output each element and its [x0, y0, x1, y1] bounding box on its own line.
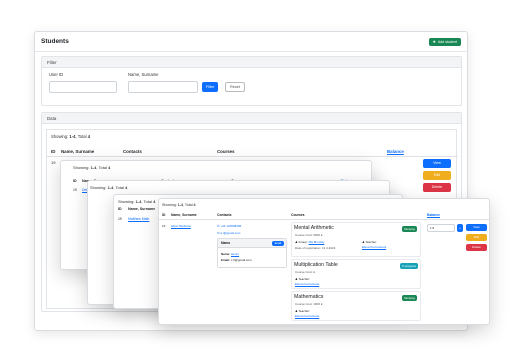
showing-text: Showing: 1-4, Total 4 — [51, 134, 91, 139]
user-id-label: User ID — [49, 72, 64, 77]
reset-button[interactable]: Reset — [225, 82, 245, 92]
registration-date: Date of registration: 13.4.2024 — [295, 246, 336, 250]
row-name-link[interactable]: Alina Tsipikova — [171, 224, 191, 228]
course-status-badge: Studying — [402, 226, 417, 232]
teacher-link[interactable]: Elena Kuznetsova — [295, 282, 319, 286]
col-name: Name, Surname — [128, 207, 156, 211]
data-header: Data — [42, 113, 461, 124]
front-table: Showing: 1-4, Total 4 ID Name, Surname C… — [158, 198, 490, 325]
col-name: Name, Surname — [61, 149, 95, 154]
showing-text: Showing: 1-4, Total 4 — [90, 185, 128, 190]
email-row[interactable]: ✉ a.t@gmail.com — [217, 231, 240, 235]
parent-contact-box: Mama Email Name: Henry Email: c.h@gmail.… — [217, 238, 287, 268]
name-input[interactable] — [128, 81, 198, 93]
user-id-input[interactable] — [49, 81, 117, 93]
add-student-label: Add student — [437, 39, 457, 44]
edit-button[interactable]: Edit — [466, 234, 487, 241]
col-courses: Courses — [291, 213, 305, 217]
page-header: Students ✚ Add student — [35, 32, 467, 52]
row-id: 19 — [162, 224, 166, 228]
course-status-badge: In progress — [400, 263, 418, 269]
col-courses: Courses — [217, 149, 235, 154]
col-name: Name, Surname — [171, 213, 197, 217]
course-group: ♟ Group: MA Monday — [295, 240, 325, 244]
col-contacts: Contacts — [217, 213, 232, 217]
user-plus-icon: ✚ — [432, 39, 436, 44]
col-id: ID — [118, 207, 122, 211]
parent-name-link[interactable]: Henry — [231, 252, 239, 256]
row-id: 19 — [118, 217, 122, 221]
course-cost: Course Cost: 9000 £ — [295, 233, 323, 237]
showing-text: Showing: 1-4, Total 4 — [162, 203, 196, 207]
table-divider — [159, 219, 489, 220]
add-student-button[interactable]: ✚ Add student — [428, 37, 461, 46]
edit-button[interactable]: Edit — [423, 171, 451, 180]
col-contacts: Contacts — [123, 149, 142, 154]
filter-button[interactable]: Filter — [202, 82, 219, 92]
balance-plus-button[interactable]: + — [457, 224, 463, 232]
group-link[interactable]: MA Monday — [309, 240, 325, 244]
filter-card: Filter User ID Name, Surname Filter Rese… — [41, 56, 462, 106]
course-title: Mental Arithmetic — [294, 225, 334, 231]
parent-email-button[interactable]: Email — [272, 241, 284, 246]
course-teacher: ♟ Teacher: — [295, 277, 310, 281]
col-balance[interactable]: Balance — [427, 213, 440, 217]
course-status-badge: Studying — [402, 295, 417, 301]
course-title: Multiplication Table — [294, 262, 338, 268]
course-card-mental-arithmetic: Mental Arithmetic Studying Course Cost: … — [291, 222, 421, 257]
course-cost: Course Cost: £ — [295, 270, 316, 274]
parent-box-title: Mama — [221, 241, 231, 245]
course-teacher: ♟ Teacher: — [295, 309, 310, 313]
delete-button[interactable]: Delete — [466, 244, 487, 251]
phone-row[interactable]: ✆ +44 124568186 — [217, 224, 241, 228]
course-card-multiplication-table: Multiplication Table In progress Course … — [291, 259, 421, 289]
balance-value: 1 8 — [430, 226, 435, 230]
col-id: ID — [51, 149, 56, 154]
col-id: ID — [73, 179, 77, 183]
teacher-link[interactable]: Elena Kuznetsova — [295, 314, 319, 318]
teacher-link[interactable]: Elena Kuznetsova — [362, 245, 386, 249]
col-balance[interactable]: Balance — [387, 149, 404, 154]
balance-select[interactable]: 1 8 — [427, 224, 455, 232]
parent-name-row: Name: Henry — [221, 252, 240, 256]
view-button[interactable]: View — [466, 224, 487, 231]
showing-text: Showing: 1-4, Total 4 — [118, 199, 156, 204]
course-card-mathematics: Mathematics Studying Course Cost: 1900 £… — [291, 291, 421, 321]
parent-email-row: Email: c.h@gmail.com — [221, 258, 252, 262]
name-label: Name, Surname — [128, 72, 159, 77]
showing-text: Showing: 1-4, Total 4 — [73, 165, 111, 170]
users-icon: ♟ — [295, 240, 298, 244]
phone-value: +44 124568186 — [220, 224, 242, 228]
filter-header: Filter — [42, 57, 461, 68]
table-divider — [47, 156, 458, 157]
course-cost: Course Cost: 1900 £ — [295, 302, 323, 306]
email-value: a.t@gmail.com — [220, 231, 241, 235]
parent-email-value: c.h@gmail.com — [230, 258, 252, 262]
row-name-link[interactable]: Matthew Math — [128, 217, 149, 221]
course-teacher: ♟ Teacher: — [362, 240, 377, 244]
row-id: 19 — [73, 188, 77, 192]
col-id: ID — [162, 213, 166, 217]
course-title: Mathematics — [294, 294, 324, 300]
view-button[interactable]: View — [423, 159, 451, 168]
page-title: Students — [41, 38, 69, 45]
row-id: 19 — [51, 160, 56, 165]
delete-button[interactable]: Delete — [423, 183, 451, 192]
